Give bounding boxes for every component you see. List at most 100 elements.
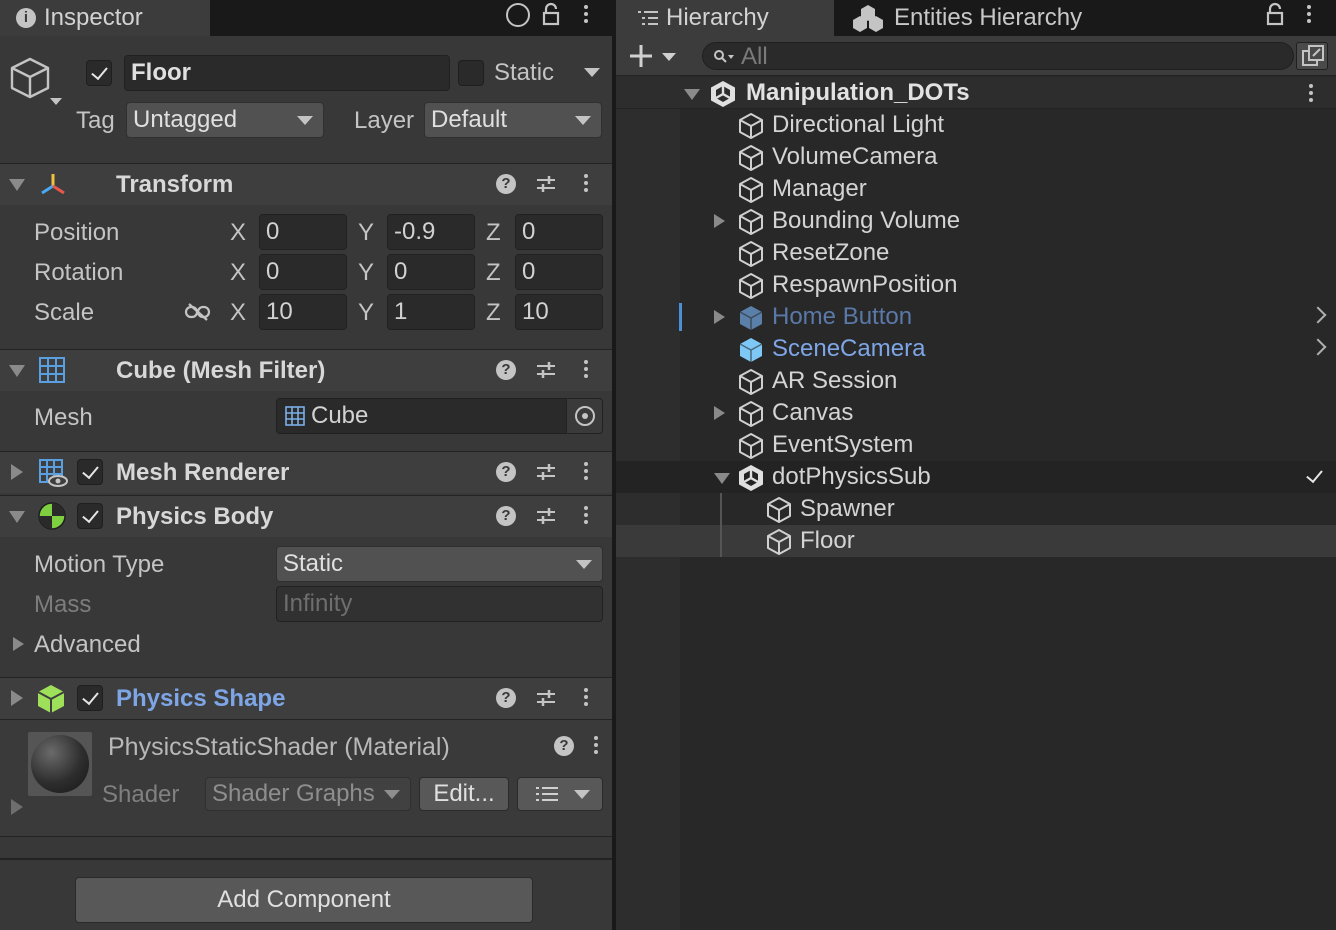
material-menu-icon[interactable]: [593, 734, 599, 757]
scale-z-field[interactable]: 10: [515, 294, 603, 330]
hierarchy-item-dotphysicssub[interactable]: dotPhysicsSub: [616, 461, 1336, 493]
axis-x-label[interactable]: X: [230, 219, 246, 247]
active-toggle[interactable]: [86, 60, 112, 86]
help-icon[interactable]: ?: [496, 688, 516, 708]
advanced-foldout[interactable]: [13, 637, 24, 651]
component-menu-icon[interactable]: [583, 686, 589, 709]
motion-type-dropdown[interactable]: Static: [276, 546, 603, 582]
component-menu-icon[interactable]: [583, 460, 589, 483]
add-component-button[interactable]: Add Component: [75, 877, 533, 923]
hierarchy-item-home-button[interactable]: Home Button: [616, 301, 1336, 333]
advanced-label[interactable]: Advanced: [34, 631, 141, 659]
position-y-field[interactable]: -0.9: [387, 214, 475, 250]
hierarchy-item-respawnposition[interactable]: RespawnPosition: [616, 269, 1336, 301]
create-button[interactable]: [628, 43, 680, 69]
edit-shader-button[interactable]: Edit...: [419, 777, 509, 811]
hierarchy-item-floor[interactable]: Floor: [616, 525, 1336, 557]
help-icon[interactable]: ?: [496, 506, 516, 526]
hierarchy-item-ar-session[interactable]: AR Session: [616, 365, 1336, 397]
inspector-tab[interactable]: i Inspector: [0, 0, 210, 36]
rotation-z-field[interactable]: 0: [515, 254, 603, 290]
hierarchy-item-volumecamera[interactable]: VolumeCamera: [616, 141, 1336, 173]
axis-x-label[interactable]: X: [230, 299, 246, 327]
mesh-filter-foldout[interactable]: [9, 365, 25, 377]
object-name-field[interactable]: Floor: [124, 55, 450, 91]
scene-menu-icon[interactable]: [1308, 82, 1314, 105]
physics-body-foldout[interactable]: [9, 511, 25, 523]
subscene-open-toggle[interactable]: [1302, 464, 1328, 490]
expand-arrow-icon[interactable]: [684, 89, 700, 100]
presets-icon[interactable]: [536, 360, 556, 380]
mesh-renderer-foldout[interactable]: [11, 464, 23, 480]
hierarchy-item-bounding-volume[interactable]: Bounding Volume: [616, 205, 1336, 237]
scale-x-field[interactable]: 10: [259, 294, 347, 330]
presets-icon[interactable]: [536, 462, 556, 482]
expand-arrow-icon[interactable]: [714, 473, 730, 484]
shader-options-button[interactable]: [517, 777, 603, 811]
axis-y-label[interactable]: Y: [358, 219, 374, 247]
collapse-arrow-icon[interactable]: [714, 310, 725, 324]
material-foldout[interactable]: [11, 799, 23, 815]
presets-icon[interactable]: [536, 174, 556, 194]
transform-foldout[interactable]: [9, 179, 25, 191]
lock-icon[interactable]: [542, 2, 560, 26]
component-menu-icon[interactable]: [583, 172, 589, 195]
hierarchy-item-scenecamera[interactable]: SceneCamera: [616, 333, 1336, 365]
motion-type-value: Static: [283, 550, 344, 577]
hierarchy-item-canvas[interactable]: Canvas: [616, 397, 1336, 429]
mesh-renderer-enabled-toggle[interactable]: [77, 459, 103, 485]
hierarchy-menu-icon[interactable]: [1306, 3, 1312, 26]
collapse-arrow-icon[interactable]: [714, 214, 725, 228]
search-input[interactable]: All: [702, 42, 1294, 70]
axis-y-label[interactable]: Y: [358, 299, 374, 327]
hierarchy-item-spawner[interactable]: Spawner: [616, 493, 1336, 525]
inspector-menu-icon[interactable]: [583, 3, 589, 26]
scene-visibility-button[interactable]: [1296, 42, 1328, 70]
axis-z-label[interactable]: Z: [486, 299, 501, 327]
hierarchy-tab[interactable]: Hierarchy: [616, 0, 834, 36]
rotation-x-field[interactable]: 0: [259, 254, 347, 290]
scene-row[interactable]: Manipulation_DOTs: [616, 77, 1336, 109]
material-preview-sphere[interactable]: [28, 732, 92, 796]
help-icon[interactable]: ?: [554, 736, 574, 756]
open-prefab-chevron-icon[interactable]: [1309, 306, 1327, 324]
hierarchy-item-eventsystem[interactable]: EventSystem: [616, 429, 1336, 461]
collapse-arrow-icon[interactable]: [714, 406, 725, 420]
debug-mode-icon[interactable]: [506, 3, 530, 27]
hierarchy-item-resetzone[interactable]: ResetZone: [616, 237, 1336, 269]
axis-y-label[interactable]: Y: [358, 259, 374, 287]
axis-x-label[interactable]: X: [230, 259, 246, 287]
tag-dropdown[interactable]: Untagged: [126, 102, 324, 138]
axis-z-label[interactable]: Z: [486, 219, 501, 247]
help-icon[interactable]: ?: [496, 462, 516, 482]
scale-y-field[interactable]: 1: [387, 294, 475, 330]
open-prefab-chevron-icon[interactable]: [1309, 338, 1327, 356]
static-dropdown-icon[interactable]: [584, 68, 600, 77]
component-menu-icon[interactable]: [583, 358, 589, 381]
help-icon[interactable]: ?: [496, 174, 516, 194]
shader-dropdown[interactable]: Shader Graphs: [205, 777, 411, 811]
mesh-object-field[interactable]: Cube: [276, 398, 603, 434]
entities-hierarchy-tab[interactable]: Entities Hierarchy: [834, 0, 1134, 36]
transform-header[interactable]: [0, 163, 612, 205]
rotation-y-field[interactable]: 0: [387, 254, 475, 290]
physics-shape-enabled-toggle[interactable]: [77, 685, 103, 711]
position-z-field[interactable]: 0: [515, 214, 603, 250]
axis-z-label[interactable]: Z: [486, 259, 501, 287]
layer-dropdown[interactable]: Default: [424, 102, 602, 138]
constrain-proportions-icon[interactable]: [184, 302, 212, 322]
hierarchy-item-directional-light[interactable]: Directional Light: [616, 109, 1336, 141]
component-menu-icon[interactable]: [583, 504, 589, 527]
static-toggle[interactable]: [458, 60, 484, 86]
presets-icon[interactable]: [536, 506, 556, 526]
physics-body-enabled-toggle[interactable]: [77, 503, 103, 529]
object-picker-icon[interactable]: [566, 399, 602, 433]
scale-label: Scale: [34, 299, 95, 326]
hierarchy-item-manager[interactable]: Manager: [616, 173, 1336, 205]
presets-icon[interactable]: [536, 688, 556, 708]
position-x-field[interactable]: 0: [259, 214, 347, 250]
physics-shape-foldout[interactable]: [11, 690, 23, 706]
help-icon[interactable]: ?: [496, 360, 516, 380]
gameobject-icon[interactable]: [10, 56, 66, 112]
lock-icon[interactable]: [1266, 2, 1284, 26]
